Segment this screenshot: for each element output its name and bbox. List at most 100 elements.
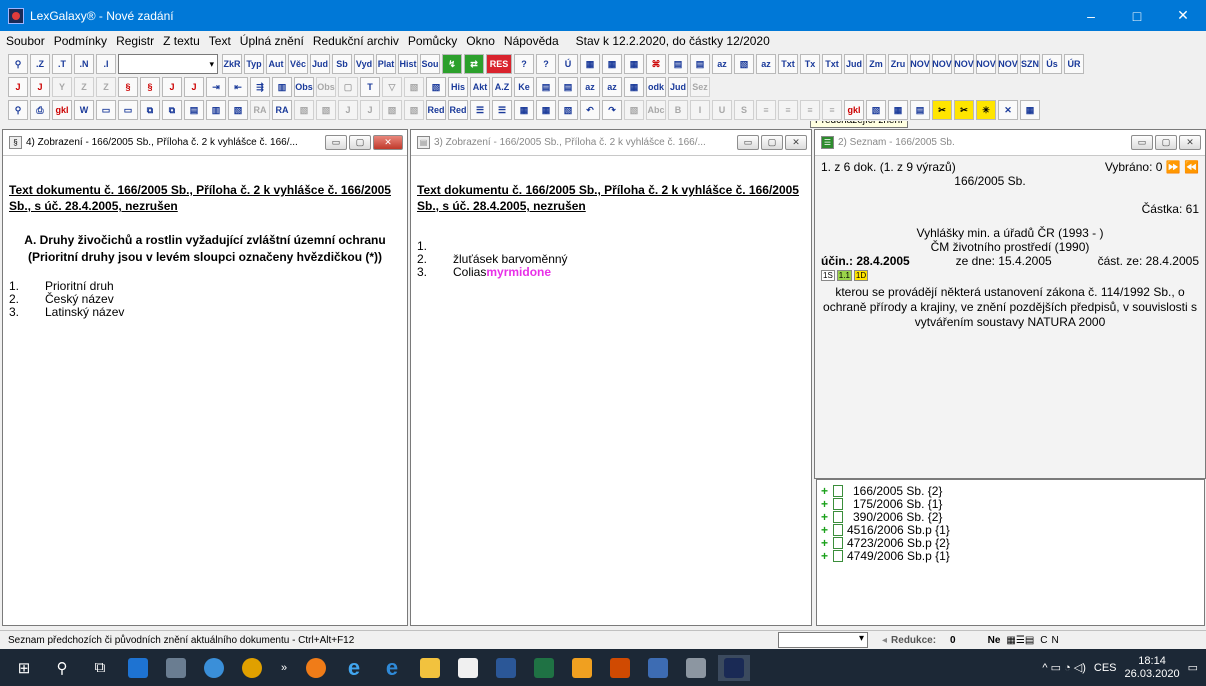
toolbar-x10-icon[interactable]: ▧ bbox=[624, 100, 644, 120]
menu-z-textu[interactable]: Z textu bbox=[163, 34, 200, 48]
toolbar-align2-icon[interactable]: ≡ bbox=[778, 100, 798, 120]
menu-okno[interactable]: Okno bbox=[466, 34, 495, 48]
toolbar-underline-icon[interactable]: U bbox=[712, 100, 732, 120]
task-view-icon[interactable]: ⧉ bbox=[84, 655, 116, 681]
toolbar-green2-icon[interactable]: ⇄ bbox=[464, 54, 484, 74]
toolbar-nav5-icon[interactable]: ▤ bbox=[668, 54, 688, 74]
toolbar-print-icon[interactable]: ⎙ bbox=[30, 100, 50, 120]
badge-1s[interactable]: 1S bbox=[821, 270, 835, 281]
taskbar-app5-icon[interactable] bbox=[566, 655, 598, 681]
toolbar-nav-e-icon[interactable]: T bbox=[360, 77, 380, 97]
toolbar-jud2-icon[interactable]: Jud bbox=[844, 54, 864, 74]
toolbar-nav-c-icon[interactable]: ⇶ bbox=[250, 77, 270, 97]
toolbar-nav-f-icon[interactable]: ▽ bbox=[382, 77, 402, 97]
toolbar-x13-icon[interactable]: ▤ bbox=[910, 100, 930, 120]
toolbar-x8-icon[interactable]: ▦ bbox=[536, 100, 556, 120]
toolbar-nav-b-icon[interactable]: ⇤ bbox=[228, 77, 248, 97]
minimize-button[interactable]: – bbox=[1068, 0, 1114, 31]
panel-maximize-button[interactable]: ▢ bbox=[349, 135, 371, 150]
toolbar-ke-dni-icon[interactable]: Ke bbox=[514, 77, 534, 97]
word-icon[interactable] bbox=[490, 655, 522, 681]
toolbar-ra1-icon[interactable]: RA bbox=[250, 100, 270, 120]
toolbar-align1-icon[interactable]: ≡ bbox=[756, 100, 776, 120]
toolbar-nav-m-icon[interactable]: ▦ bbox=[624, 77, 644, 97]
toolbar-nove4-icon[interactable]: NOV bbox=[976, 54, 996, 74]
toolbar-folder1-icon[interactable]: ▭ bbox=[96, 100, 116, 120]
toolbar-nav1-icon[interactable]: ▦ bbox=[580, 54, 600, 74]
toolbar-sb-icon[interactable]: Sb bbox=[332, 54, 352, 74]
panel-close-button[interactable]: ✕ bbox=[373, 135, 403, 150]
tree-item[interactable]: +166/2005 Sb. {2} bbox=[821, 484, 1204, 498]
toolbar-zkr-icon[interactable]: ZkR bbox=[222, 54, 242, 74]
panel-close-button[interactable]: ✕ bbox=[785, 135, 807, 150]
toolbar-seznam-icon[interactable]: Sez bbox=[690, 77, 710, 97]
overflow-icon[interactable]: » bbox=[274, 655, 294, 681]
toolbar-folder2-icon[interactable]: ▭ bbox=[118, 100, 138, 120]
toolbar-j3-icon[interactable]: J bbox=[162, 77, 182, 97]
toolbar-reset-icon[interactable]: RES bbox=[486, 54, 512, 74]
toolbar-hist2-icon[interactable]: His bbox=[448, 77, 468, 97]
toolbar-x7-icon[interactable]: ▦ bbox=[514, 100, 534, 120]
panel-minimize-button[interactable]: ▭ bbox=[325, 135, 347, 150]
toolbar-nav7-icon[interactable]: az bbox=[712, 54, 732, 74]
toolbar-search-icon[interactable]: ⚲ bbox=[8, 100, 28, 120]
toolbar-x12-icon[interactable]: ▦ bbox=[888, 100, 908, 120]
toolbar-nav-k-icon[interactable]: az bbox=[580, 77, 600, 97]
toolbar-txt2-icon[interactable]: Tx bbox=[800, 54, 820, 74]
document-link[interactable]: Text dokumentu č. 166/2005 Sb., Příloha … bbox=[9, 182, 401, 214]
menu-napoveda[interactable]: Nápověda bbox=[504, 34, 559, 48]
toolbar-last-icon[interactable]: ▦ bbox=[1020, 100, 1040, 120]
toolbar-nove1-icon[interactable]: NOV bbox=[910, 54, 930, 74]
tree-item[interactable]: +390/2006 Sb. {2} bbox=[821, 510, 1204, 524]
toolbar-j1-icon[interactable]: J bbox=[8, 77, 28, 97]
toolbar-az-icon[interactable]: A.Z bbox=[492, 77, 512, 97]
toolbar-x6-icon[interactable]: ▧ bbox=[404, 100, 424, 120]
toolbar-page-icon[interactable]: ▤ bbox=[184, 100, 204, 120]
toolbar-x1-icon[interactable]: ▧ bbox=[294, 100, 314, 120]
taskbar-app3-icon[interactable] bbox=[198, 655, 230, 681]
toolbar-z2-icon[interactable]: Z bbox=[96, 77, 116, 97]
explorer-icon[interactable] bbox=[414, 655, 446, 681]
taskbar-app6-icon[interactable] bbox=[642, 655, 674, 681]
toolbar-redo-icon[interactable]: ↷ bbox=[602, 100, 622, 120]
toolbar-x9-icon[interactable]: ▧ bbox=[558, 100, 578, 120]
tree-item[interactable]: +4516/2006 Sb.p {1} bbox=[821, 523, 1204, 537]
toolbar-green-icon[interactable]: ↯ bbox=[442, 54, 462, 74]
toolbar-nove5-icon[interactable]: NOV bbox=[998, 54, 1018, 74]
toolbar-book2-icon[interactable]: ▥ bbox=[206, 100, 226, 120]
status-tools-icon[interactable]: ▦☰▤ bbox=[1006, 635, 1034, 646]
toolbar-j2-icon[interactable]: J bbox=[30, 77, 50, 97]
toolbar-y2-icon[interactable]: ✂ bbox=[954, 100, 974, 120]
document-link[interactable]: Text dokumentu č. 166/2005 Sb., Příloha … bbox=[417, 182, 805, 214]
badge-1d[interactable]: 1D bbox=[853, 270, 869, 281]
toolbar-jud-odk-icon[interactable]: Jud bbox=[668, 77, 688, 97]
toolbar-hist-icon[interactable]: Hist bbox=[398, 54, 418, 74]
menu-uplna-zneni[interactable]: Úplná znění bbox=[240, 34, 304, 48]
toolbar-u-icon[interactable]: Ú bbox=[558, 54, 578, 74]
ie-icon[interactable]: e bbox=[338, 655, 370, 681]
powerpoint-icon[interactable] bbox=[604, 655, 636, 681]
toolbar-nove3-icon[interactable]: NOV bbox=[954, 54, 974, 74]
taskbar-app1-icon[interactable] bbox=[122, 655, 154, 681]
toolbar-copy1-icon[interactable]: ⧉ bbox=[140, 100, 160, 120]
toolbar-bold-icon[interactable]: B bbox=[668, 100, 688, 120]
toolbar-jud-icon[interactable]: Jud bbox=[310, 54, 330, 74]
toolbar-nav-l-icon[interactable]: az bbox=[602, 77, 622, 97]
toolbar-szn-icon[interactable]: SZN bbox=[1020, 54, 1040, 74]
toolbar-par1-icon[interactable]: § bbox=[118, 77, 138, 97]
prev-icon[interactable]: ⏪ bbox=[1184, 160, 1199, 174]
toolbar-x5-icon[interactable]: ▧ bbox=[382, 100, 402, 120]
toolbar-nav-i-icon[interactable]: ▤ bbox=[536, 77, 556, 97]
toolbar-x11-icon[interactable]: ▧ bbox=[866, 100, 886, 120]
toolbar-copy2-icon[interactable]: ⧉ bbox=[162, 100, 182, 120]
toolbar-akt-icon[interactable]: Akt bbox=[470, 77, 490, 97]
panel-close-button[interactable]: ✕ bbox=[1179, 135, 1201, 150]
menu-text[interactable]: Text bbox=[209, 34, 231, 48]
panel-header[interactable]: ☰ 2) Seznam - 166/2005 Sb. ▭ ▢ ✕ bbox=[815, 130, 1205, 156]
toolbar-nav-a-icon[interactable]: ⇥ bbox=[206, 77, 226, 97]
chrome-icon[interactable] bbox=[236, 655, 268, 681]
toolbar-help2-icon[interactable]: ? bbox=[536, 54, 556, 74]
panel-header[interactable]: § 4) Zobrazení - 166/2005 Sb., Příloha č… bbox=[3, 130, 407, 156]
toolbar-nav8-icon[interactable]: ▧ bbox=[734, 54, 754, 74]
toolbar-obs-icon[interactable]: Obs bbox=[294, 77, 314, 97]
